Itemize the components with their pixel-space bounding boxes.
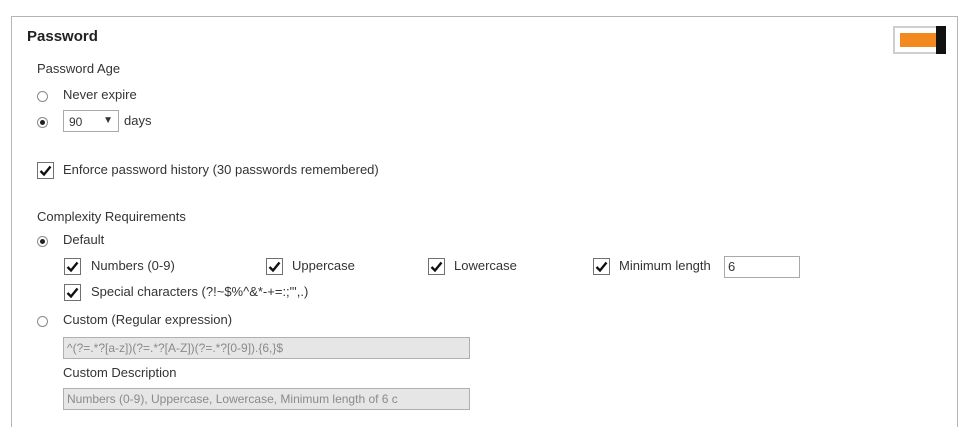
days-radio[interactable]	[37, 117, 48, 128]
enforce-history-label: Enforce password history (30 passwords r…	[63, 162, 379, 177]
toggle-knob	[936, 26, 946, 54]
password-age-label: Password Age	[37, 61, 121, 76]
section-title: Password	[27, 28, 98, 45]
lowercase-label: Lowercase	[454, 258, 517, 273]
checkmark-icon	[39, 165, 52, 177]
default-label: Default	[63, 232, 105, 247]
custom-regex-input[interactable]: ^(?=.*?[a-z])(?=.*?[A-Z])(?=.*?[0-9]).{6…	[63, 337, 470, 359]
enforce-history-checkbox[interactable]	[37, 162, 54, 179]
special-characters-label: Special characters (?!~$%^&*-+=:;"',.)	[91, 284, 309, 299]
checkmark-icon	[268, 261, 281, 273]
days-select-value: 90	[69, 115, 83, 129]
uppercase-label: Uppercase	[292, 258, 355, 273]
dropdown-arrow-icon: ▼	[103, 115, 113, 126]
checkmark-icon	[66, 261, 79, 273]
days-select[interactable]: 90 ▼	[63, 110, 119, 132]
special-characters-checkbox[interactable]	[64, 284, 81, 301]
custom-regex-radio[interactable]	[37, 316, 48, 327]
custom-description-input[interactable]: Numbers (0-9), Uppercase, Lowercase, Min…	[63, 388, 470, 410]
checkmark-icon	[430, 261, 443, 273]
custom-description-label: Custom Description	[63, 365, 177, 380]
checkmark-icon	[595, 261, 608, 273]
numbers-checkbox[interactable]	[64, 258, 81, 275]
uppercase-checkbox[interactable]	[266, 258, 283, 275]
password-section-toggle[interactable]	[893, 26, 946, 54]
minimum-length-input[interactable]: 6	[724, 256, 800, 278]
numbers-label: Numbers (0-9)	[91, 258, 175, 273]
toggle-fill	[900, 33, 936, 47]
lowercase-checkbox[interactable]	[428, 258, 445, 275]
default-radio[interactable]	[37, 236, 48, 247]
minimum-length-label: Minimum length	[619, 258, 711, 273]
minimum-length-checkbox[interactable]	[593, 258, 610, 275]
custom-regex-label: Custom (Regular expression)	[63, 312, 233, 327]
complexity-requirements-label: Complexity Requirements	[37, 209, 186, 224]
never-expire-label: Never expire	[63, 87, 137, 102]
checkmark-icon	[66, 287, 79, 299]
days-label: days	[124, 113, 152, 128]
never-expire-radio[interactable]	[37, 91, 48, 102]
